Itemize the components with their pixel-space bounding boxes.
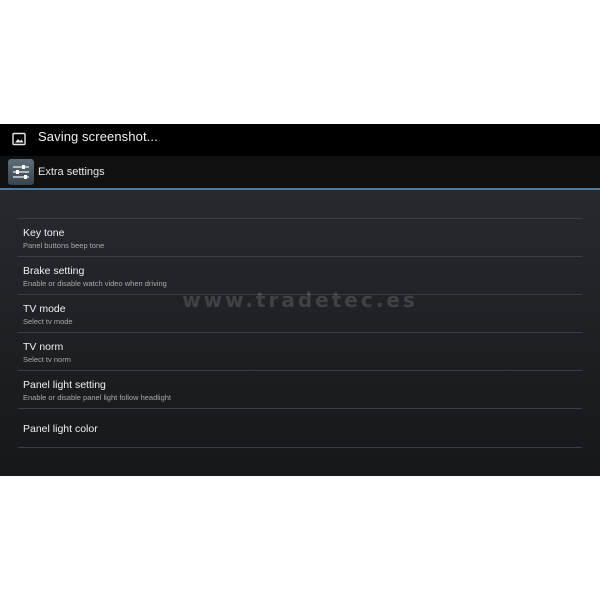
setting-summary: Enable or disable watch video when drivi… [23,279,167,288]
setting-title: Key tone [23,227,65,239]
setting-key-tone[interactable]: Key tone Panel buttons beep tone [18,219,582,257]
setting-summary: Enable or disable panel light follow hea… [23,393,172,402]
setting-panel-light[interactable]: Panel light setting Enable or disable pa… [18,371,582,409]
settings-sliders-icon[interactable] [8,159,34,185]
status-bar: Saving screenshot... [0,124,600,156]
setting-brake[interactable]: Brake setting Enable or disable watch vi… [18,257,582,295]
setting-summary: Select tv norm [23,355,71,364]
action-bar: Extra settings [0,156,600,190]
setting-tv-norm[interactable]: TV norm Select tv norm [18,333,582,371]
setting-summary: Panel buttons beep tone [23,241,105,250]
notification-text: Saving screenshot... [38,129,158,144]
setting-title: Panel light setting [23,379,106,391]
setting-title: TV norm [23,341,64,353]
image-icon [12,132,26,146]
settings-list: Key tone Panel buttons beep tone Brake s… [18,218,582,448]
setting-summary: Select tv mode [23,317,73,326]
setting-tv-mode[interactable]: TV mode Select tv mode [18,295,582,333]
setting-panel-light-color[interactable]: Panel light color [18,409,582,448]
settings-content: Key tone Panel buttons beep tone Brake s… [0,190,600,476]
setting-title: Brake setting [23,265,85,277]
setting-title: TV mode [23,303,66,315]
setting-title: Panel light color [23,423,98,435]
page-title: Extra settings [38,166,105,178]
device-screen: Saving screenshot... Extra settings Key … [0,124,600,476]
